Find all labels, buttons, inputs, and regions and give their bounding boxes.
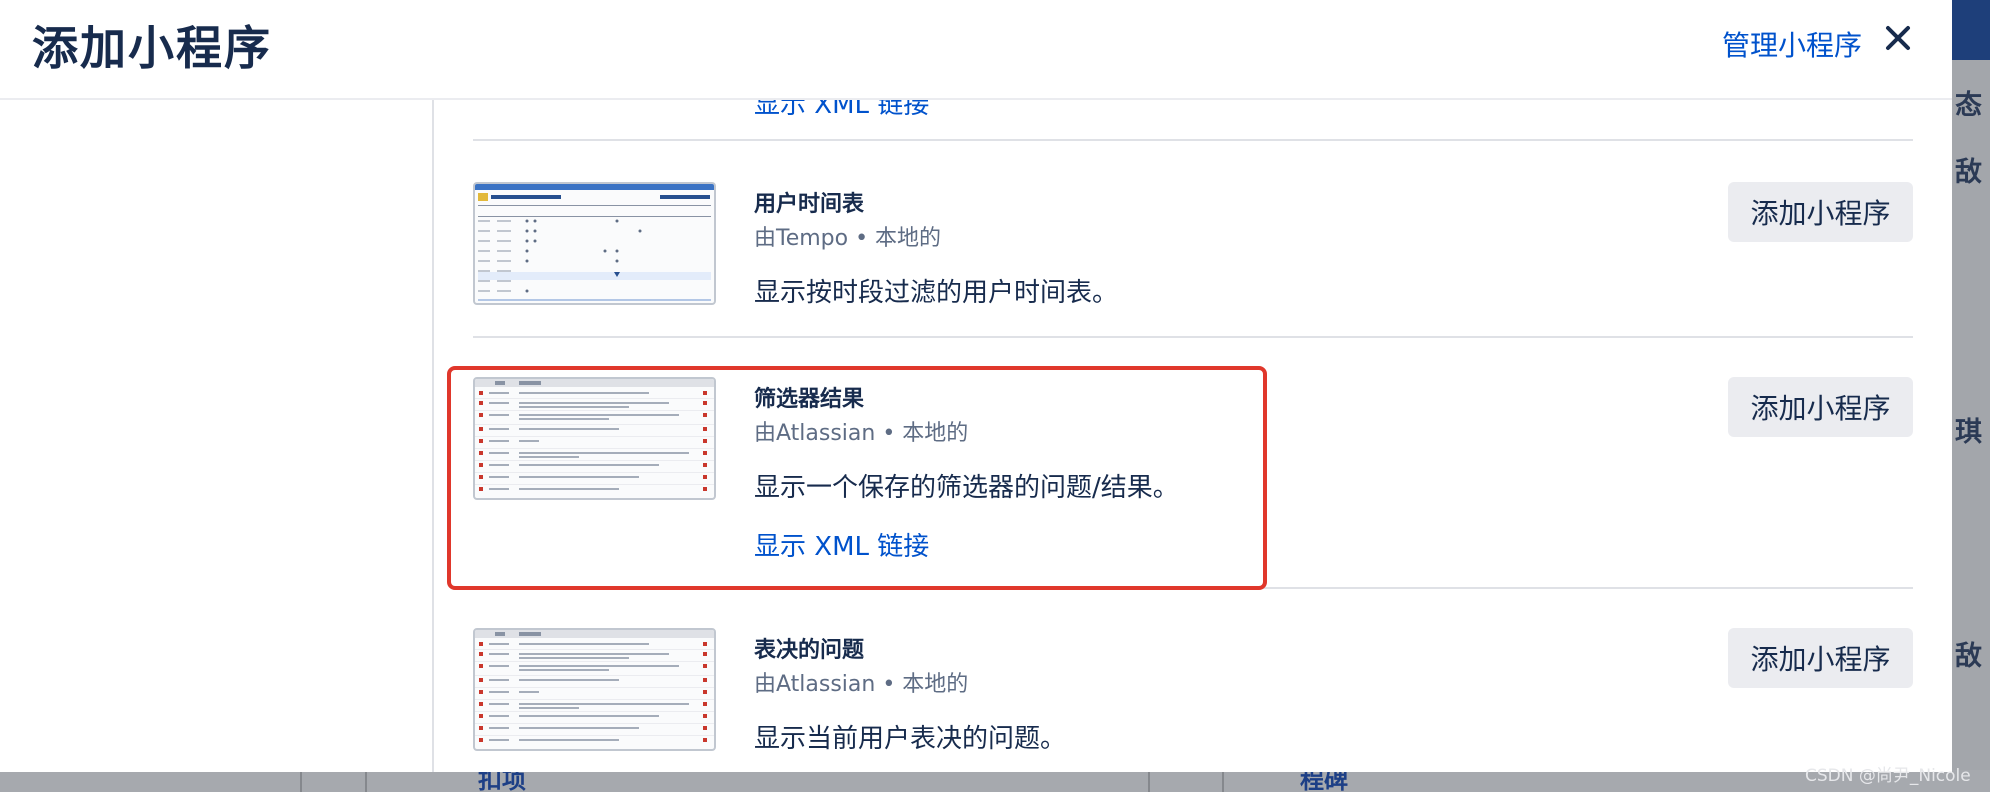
gadget-name: 表决的问题 [754, 638, 865, 663]
row-separator [473, 587, 1913, 589]
add-gadget-button[interactable]: 添加小程序 [1728, 377, 1913, 437]
issue-list-thumbnail [475, 379, 714, 491]
category-sidebar [0, 100, 432, 772]
background-text-fragment: 敌 [1955, 157, 1982, 188]
pane-divider [432, 100, 434, 772]
background-divider [365, 770, 367, 792]
background-text-fragment: 敌 [1955, 641, 1982, 672]
gadget-thumbnail [473, 377, 716, 500]
add-gadget-dialog: 添加小程序 管理小程序 显示 XML 链接 用户时间表 由Tempo • 本地的… [0, 0, 1952, 772]
add-gadget-button[interactable]: 添加小程序 [1728, 628, 1913, 688]
background-divider [1148, 770, 1150, 792]
gadget-meta: 由Atlassian • 本地的 [754, 672, 969, 697]
dialog-header: 添加小程序 管理小程序 [0, 0, 1952, 100]
row-separator [473, 336, 1913, 338]
xml-link[interactable]: 显示 XML 链接 [754, 526, 929, 563]
gadget-item: 表决的问题 由Atlassian • 本地的 显示当前用户表决的问题。 添加小程… [473, 628, 1913, 772]
gadget-item: 用户时间表 由Tempo • 本地的 显示按时段过滤的用户时间表。 添加小程序 [473, 182, 1913, 332]
close-button[interactable] [1878, 18, 1918, 58]
row-separator [473, 139, 1913, 141]
timesheet-thumbnail [475, 184, 714, 301]
gadget-description: 显示一个保存的筛选器的问题/结果。 [754, 473, 1179, 503]
background-divider [1222, 770, 1224, 792]
gadget-name: 筛选器结果 [754, 387, 865, 412]
gadget-thumbnail [473, 182, 716, 305]
background-text-fragment: 态 [1955, 90, 1982, 121]
gadget-description: 显示按时段过滤的用户时间表。 [754, 278, 1119, 308]
add-gadget-button[interactable]: 添加小程序 [1728, 182, 1913, 242]
gadget-meta: 由Tempo • 本地的 [754, 226, 942, 251]
background-divider [300, 770, 302, 792]
dialog-title: 添加小程序 [32, 21, 272, 75]
gadget-thumbnail [473, 628, 716, 751]
background-text-fragment: 琪 [1955, 417, 1982, 448]
gadget-item: 筛选器结果 由Atlassian • 本地的 显示一个保存的筛选器的问题/结果。… [473, 377, 1913, 577]
issue-list-thumbnail [475, 630, 714, 742]
watermark: CSDN @尚尹_Nicole [1805, 766, 1971, 786]
gadget-name: 用户时间表 [754, 192, 865, 217]
gadget-list: 显示 XML 链接 用户时间表 由Tempo • 本地的 显示按时段过滤的用户时… [473, 0, 1913, 772]
close-icon [1886, 26, 1910, 50]
background-header-strip [1952, 0, 1990, 60]
gadget-description: 显示当前用户表决的问题。 [754, 724, 1067, 754]
gadget-meta: 由Atlassian • 本地的 [754, 421, 969, 446]
background-bottom-bar [0, 770, 1990, 792]
manage-gadgets-link[interactable]: 管理小程序 [1722, 24, 1862, 64]
